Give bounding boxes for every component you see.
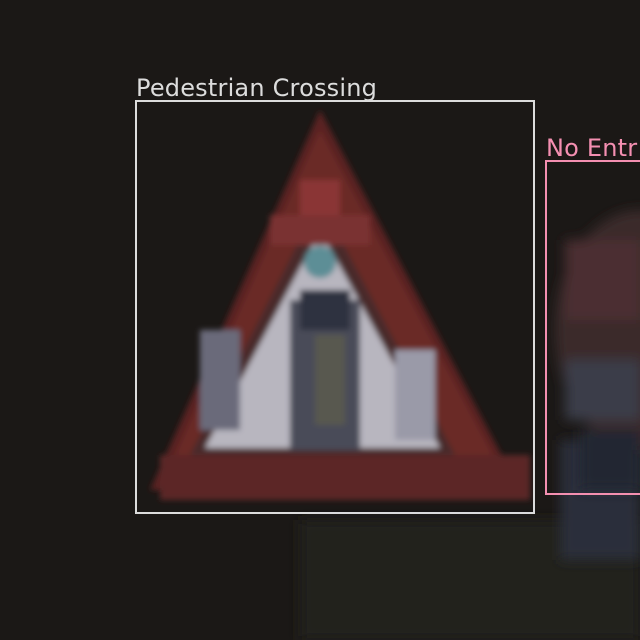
detection-box-no-entry bbox=[545, 160, 640, 495]
photo-frame: Pedestrian Crossing No Entr bbox=[0, 0, 640, 640]
detection-label-no-entry: No Entr bbox=[546, 134, 638, 162]
detection-label-pedestrian-crossing: Pedestrian Crossing bbox=[136, 74, 378, 102]
detection-box-pedestrian-crossing bbox=[135, 100, 535, 514]
